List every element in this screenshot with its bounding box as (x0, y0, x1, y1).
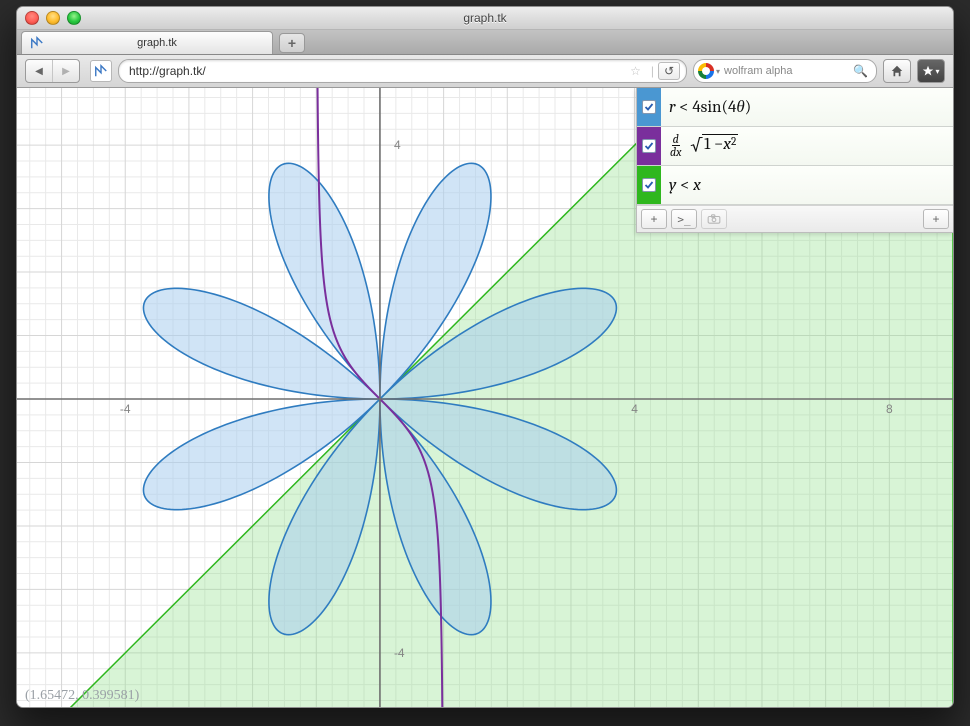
equations-panel: r < 4sin(4θ) ddx √1 − x2 (636, 88, 953, 233)
equation-visibility-checkbox[interactable] (642, 139, 656, 153)
page-content: -4 4 8 4 -4 r < 4sin(4θ) (17, 88, 953, 708)
tab-favicon (30, 36, 44, 50)
window-titlebar: graph.tk (17, 7, 953, 30)
browser-tab[interactable]: graph.tk (21, 31, 273, 54)
svg-text:-4: -4 (120, 402, 131, 416)
equation-visibility-checkbox[interactable] (642, 100, 656, 114)
nav-button-group: ◀ ▶ (25, 59, 80, 83)
bookmark-star-icon[interactable]: ☆ (630, 64, 641, 78)
equation-row[interactable]: y < x (637, 166, 953, 205)
equation-formula[interactable]: ddx √1 − x2 (661, 134, 953, 159)
add-equation-button[interactable]: + (641, 209, 667, 229)
equation-formula[interactable]: r < 4sin(4θ) (661, 97, 953, 117)
site-identity-icon[interactable] (90, 60, 112, 82)
close-window-button[interactable] (25, 11, 39, 25)
url-text: http://graph.tk/ (129, 64, 624, 78)
equation-color-swatch[interactable] (637, 127, 661, 165)
svg-text:4: 4 (394, 138, 401, 152)
window-title: graph.tk (463, 11, 506, 25)
zoom-window-button[interactable] (67, 11, 81, 25)
equation-color-swatch[interactable] (637, 166, 661, 204)
tab-strip: graph.tk + (17, 30, 953, 55)
back-button[interactable]: ◀ (26, 60, 53, 82)
reload-icon: ↻ (664, 64, 674, 78)
browser-toolbar: ◀ ▶ http://graph.tk/ ☆ | ↻ ▾ wolfram alp… (17, 55, 953, 88)
tab-label: graph.tk (50, 37, 264, 49)
url-bar[interactable]: http://graph.tk/ ☆ | ↻ (118, 59, 687, 83)
panel-add-button[interactable]: + (923, 209, 949, 229)
console-button[interactable]: >_ (671, 209, 697, 229)
equation-row[interactable]: ddx √1 − x2 (637, 127, 953, 166)
forward-button[interactable]: ▶ (53, 60, 79, 82)
reload-button[interactable]: ↻ (658, 62, 680, 80)
minimize-window-button[interactable] (46, 11, 60, 25)
equation-formula[interactable]: y < x (661, 176, 953, 195)
browser-window: graph.tk graph.tk + ◀ ▶ http://graph.tk/… (16, 6, 954, 708)
equations-panel-toolbar: + >_ + (637, 205, 953, 232)
svg-text:4: 4 (631, 402, 638, 416)
bookmarks-button[interactable]: ▾ (917, 59, 945, 83)
equation-row[interactable]: r < 4sin(4θ) (637, 88, 953, 127)
equation-color-swatch[interactable] (637, 88, 661, 126)
search-box[interactable]: ▾ wolfram alpha 🔍 (693, 59, 877, 83)
screenshot-button[interactable] (701, 209, 727, 229)
svg-text:8: 8 (886, 402, 893, 416)
svg-text:-4: -4 (394, 646, 405, 660)
new-tab-button[interactable]: + (279, 33, 305, 53)
search-icon[interactable]: 🔍 (853, 64, 868, 78)
search-engine-dropdown-icon[interactable]: ▾ (716, 67, 720, 76)
home-button[interactable] (883, 59, 911, 83)
search-engine-icon[interactable] (698, 63, 714, 79)
traffic-lights (25, 11, 81, 25)
equation-visibility-checkbox[interactable] (642, 178, 656, 192)
search-placeholder: wolfram alpha (724, 65, 853, 77)
cursor-coordinates: (1.65472, 0.399581) (25, 688, 139, 704)
